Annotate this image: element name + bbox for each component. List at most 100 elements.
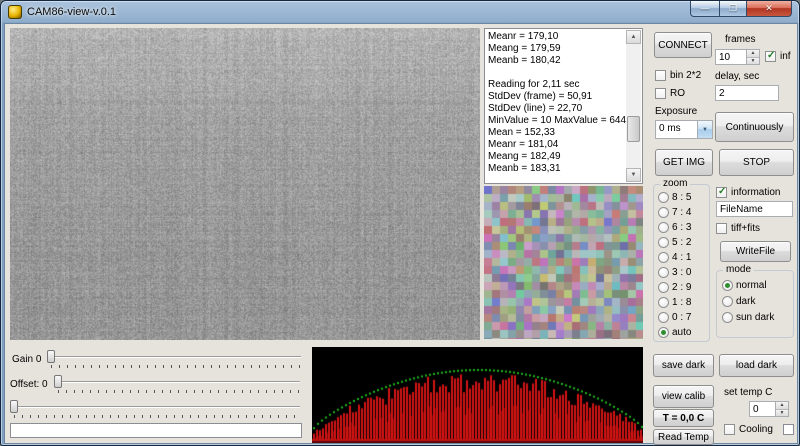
zoom-option-label: 2 : 9 — [672, 282, 692, 293]
balance-slider-thumb[interactable] — [10, 400, 18, 413]
offset-slider[interactable] — [54, 373, 302, 395]
cooling-checkbox[interactable]: Cooling — [724, 424, 773, 435]
inf-checkbox[interactable]: inf — [765, 50, 791, 62]
cooling-checkbox-label: Cooling — [739, 424, 773, 435]
stats-log: Meanr = 179,10 Meang = 179,59 Meanb = 18… — [484, 28, 643, 184]
zoom-option-2[interactable]: 6 : 3 — [658, 222, 691, 233]
main-image[interactable] — [10, 28, 480, 340]
set-temp-down-button[interactable]: ▼ — [776, 408, 788, 416]
log-scrollbar[interactable]: ▲ ▼ — [626, 30, 641, 182]
ro-checkbox[interactable]: RO — [655, 88, 685, 99]
zoom-radio[interactable] — [658, 297, 669, 308]
minimize-button[interactable]: — — [690, 1, 720, 17]
zoom-radio[interactable] — [658, 252, 669, 263]
load-dark-button[interactable]: load dark — [719, 354, 794, 377]
zoom-option-label: 6 : 3 — [672, 222, 692, 233]
mode-option-normal[interactable]: normal — [722, 280, 767, 291]
dropdown-icon: ▼ — [702, 126, 708, 133]
maximize-button[interactable]: ❐ — [719, 1, 747, 17]
zoom-option-label: 5 : 2 — [672, 237, 692, 248]
zoom-radio[interactable] — [658, 282, 669, 293]
zoom-radio[interactable] — [658, 222, 669, 233]
set-temp-label: set temp C — [724, 387, 773, 398]
offset-slider-ticks — [58, 390, 300, 393]
zoom-option-5[interactable]: 3 : 0 — [658, 267, 691, 278]
mode-option-dark[interactable]: dark — [722, 296, 755, 307]
frames-input[interactable] — [715, 49, 747, 65]
zoom-group-label: zoom — [660, 178, 691, 189]
scroll-down-icon: ▼ — [630, 172, 637, 178]
tiff-fits-checkbox-label: tiff+fits — [731, 223, 760, 234]
mode-radio[interactable] — [722, 280, 733, 291]
zoom-option-0[interactable]: 8 : 5 — [658, 192, 691, 203]
zoom-option-auto[interactable]: auto — [658, 327, 691, 338]
scroll-thumb[interactable] — [627, 115, 640, 142]
window-title: CAM86-view-v.0.1 — [27, 6, 117, 18]
progress-bar — [10, 423, 302, 438]
balance-slider[interactable] — [10, 398, 302, 420]
gain-slider-thumb[interactable] — [47, 350, 55, 363]
zoom-option-label: 1 : 8 — [672, 297, 692, 308]
mode-radio[interactable] — [722, 296, 733, 307]
zoom-radio[interactable] — [658, 207, 669, 218]
zoom-option-7[interactable]: 1 : 8 — [658, 297, 691, 308]
zoom-option-4[interactable]: 4 : 1 — [658, 252, 691, 263]
close-button[interactable]: ✕ — [746, 1, 792, 17]
inf-checkbox-box[interactable] — [765, 50, 776, 62]
exposure-value: 0 ms — [659, 123, 681, 134]
cooling-indicator — [783, 424, 794, 435]
mode-option-sun-dark[interactable]: sun dark — [722, 312, 774, 323]
frames-down-button[interactable]: ▼ — [747, 56, 759, 64]
delay-input[interactable] — [715, 85, 779, 101]
zoom-option-6[interactable]: 2 : 9 — [658, 282, 691, 293]
titlebar[interactable]: CAM86-view-v.0.1 — [1, 1, 799, 23]
log-line: Meanr = 181,04 — [488, 139, 559, 150]
filename-input[interactable] — [716, 201, 793, 217]
cooling-checkbox-box[interactable] — [724, 424, 735, 435]
zoom-radio[interactable] — [658, 327, 669, 338]
bin-checkbox[interactable]: bin 2*2 — [655, 70, 701, 81]
zoom-radio[interactable] — [658, 192, 669, 203]
log-line: MinValue = 10 MaxValue = 644 — [488, 115, 627, 126]
offset-slider-thumb[interactable] — [54, 375, 62, 388]
log-line: Meang = 179,59 — [488, 43, 561, 54]
set-temp-input[interactable] — [749, 401, 776, 417]
set-temp-spinner[interactable]: ▲ ▼ — [749, 401, 789, 417]
get-img-button[interactable]: GET IMG — [655, 149, 713, 176]
zoom-option-8[interactable]: 0 : 7 — [658, 312, 691, 323]
save-dark-button[interactable]: save dark — [653, 354, 714, 377]
exposure-select[interactable]: 0 ms ▼ — [655, 120, 713, 139]
scroll-up-button[interactable]: ▲ — [626, 30, 641, 44]
spin-down-icon: ▼ — [779, 409, 785, 416]
mode-radio[interactable] — [722, 312, 733, 323]
scroll-track[interactable] — [626, 44, 641, 168]
ro-checkbox-box[interactable] — [655, 88, 666, 99]
continuously-button[interactable]: Continuously — [715, 112, 794, 142]
view-calib-button[interactable]: view calib — [653, 385, 714, 408]
read-temp-button[interactable]: Read Temp — [653, 429, 714, 445]
histogram-canvas — [312, 347, 643, 443]
stop-button[interactable]: STOP — [719, 149, 794, 176]
zoom-option-1[interactable]: 7 : 4 — [658, 207, 691, 218]
information-checkbox[interactable]: information — [716, 186, 780, 198]
zoom-radio[interactable] — [658, 237, 669, 248]
tiff-fits-checkbox[interactable]: tiff+fits — [716, 223, 760, 234]
connect-button[interactable]: CONNECT — [654, 32, 712, 58]
bin-checkbox-box[interactable] — [655, 70, 666, 81]
scroll-down-button[interactable]: ▼ — [626, 168, 641, 182]
zoom-option-3[interactable]: 5 : 2 — [658, 237, 691, 248]
write-file-button[interactable]: WriteFile — [720, 241, 791, 262]
exposure-dropdown-button[interactable]: ▼ — [697, 121, 712, 138]
log-line: Mean = 152,33 — [488, 127, 555, 138]
zoom-radio[interactable] — [658, 267, 669, 278]
zoom-radio[interactable] — [658, 312, 669, 323]
inf-checkbox-label: inf — [780, 51, 791, 62]
tiff-fits-checkbox-box[interactable] — [716, 223, 727, 234]
balance-slider-ticks — [14, 415, 300, 418]
information-checkbox-box[interactable] — [716, 186, 727, 198]
mode-group-label: mode — [723, 264, 755, 275]
frames-spinner[interactable]: ▲ ▼ — [715, 49, 760, 65]
gain-slider[interactable] — [47, 348, 303, 370]
offset-slider-groove — [56, 381, 300, 383]
set-temp-updown: ▲ ▼ — [776, 401, 789, 417]
